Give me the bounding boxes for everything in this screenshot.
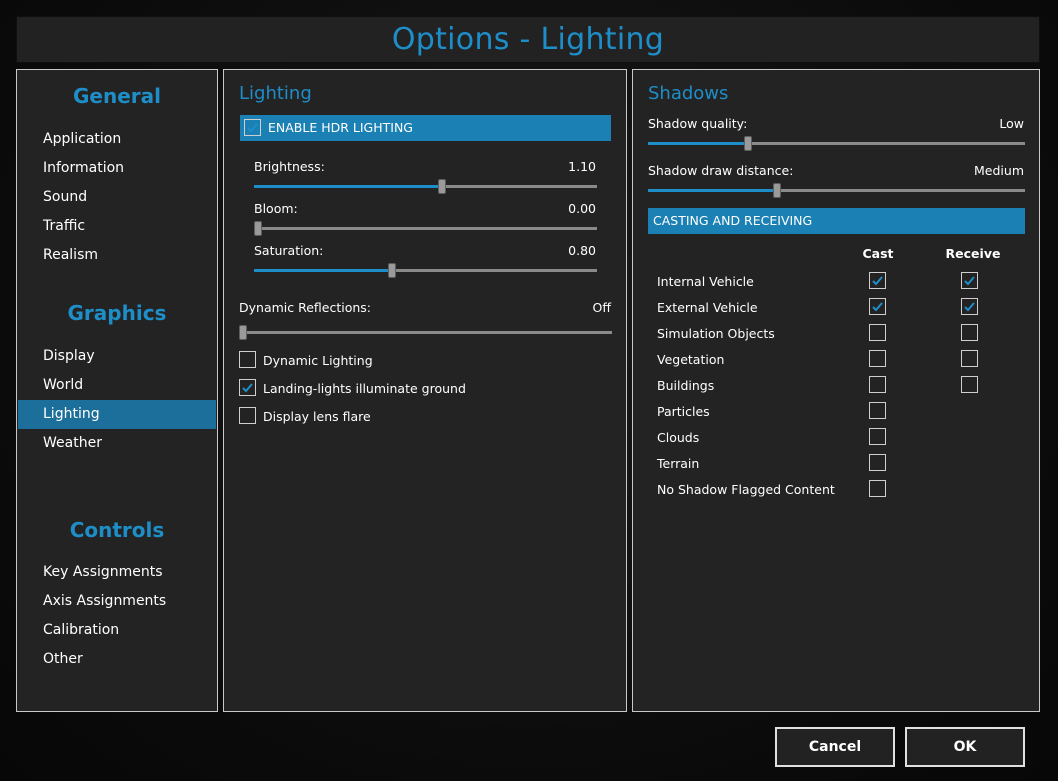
nav-item-lighting[interactable]: Lighting <box>18 400 216 429</box>
nav-item-application[interactable]: Application <box>18 125 216 154</box>
bloom-value: 0.00 <box>568 201 596 216</box>
shadow-distance-slider-thumb[interactable] <box>773 183 781 198</box>
saturation-value: 0.80 <box>568 243 596 258</box>
brightness-label: Brightness: <box>254 159 325 174</box>
nav-item-realism[interactable]: Realism <box>18 241 216 270</box>
shadow-distance-label: Shadow draw distance: <box>648 163 794 178</box>
brightness-slider-thumb[interactable] <box>438 179 446 194</box>
casting-receiving-header: CASTING AND RECEIVING <box>648 208 1025 234</box>
nav-heading-graphics: Graphics <box>67 301 167 325</box>
dynamic-reflections-slider[interactable] <box>239 325 612 340</box>
shadow-row-label-buildings: Buildings <box>657 378 715 393</box>
dynamic-lighting-checkbox[interactable] <box>239 351 256 368</box>
cast-checkbox-internal-vehicle[interactable] <box>869 272 886 289</box>
hdr-lighting-checkbox[interactable] <box>244 119 261 136</box>
lighting-panel: Lighting ENABLE HDR LIGHTING Brightness:… <box>223 69 627 712</box>
nav-item-axis-assignments[interactable]: Axis Assignments <box>18 587 216 616</box>
lens-flare-checkbox[interactable] <box>239 407 256 424</box>
landing-lights-checkbox[interactable] <box>239 379 256 396</box>
saturation-label: Saturation: <box>254 243 324 258</box>
nav-item-world[interactable]: World <box>18 371 216 400</box>
hdr-lighting-toggle[interactable]: ENABLE HDR LIGHTING <box>240 115 611 141</box>
lens-flare-label: Display lens flare <box>263 409 371 424</box>
lighting-title: Lighting <box>239 83 312 104</box>
checkmark-icon <box>872 302 883 312</box>
checkmark-icon <box>964 302 975 312</box>
cast-checkbox-external-vehicle[interactable] <box>869 298 886 315</box>
shadow-row-label-terrain: Terrain <box>657 456 700 471</box>
dynamic-reflections-label: Dynamic Reflections: <box>239 300 372 315</box>
shadow-quality-slider-thumb[interactable] <box>744 136 752 151</box>
shadow-quality-label: Shadow quality: <box>648 116 748 131</box>
brightness-value: 1.10 <box>568 159 596 174</box>
saturation-slider-thumb[interactable] <box>388 263 396 278</box>
nav-item-display[interactable]: Display <box>18 342 216 371</box>
checkmark-icon <box>247 123 258 133</box>
checkmark-icon <box>242 383 253 393</box>
bloom-slider-thumb[interactable] <box>254 221 262 236</box>
nav-item-traffic[interactable]: Traffic <box>18 212 216 241</box>
checkmark-icon <box>872 276 883 286</box>
dynamic-lighting-label: Dynamic Lighting <box>263 353 373 368</box>
cast-checkbox-buildings[interactable] <box>869 376 886 393</box>
cast-checkbox-terrain[interactable] <box>869 454 886 471</box>
dynamic-reflections-slider-thumb[interactable] <box>239 325 247 340</box>
shadow-distance-value: Medium <box>974 163 1024 178</box>
nav-item-weather[interactable]: Weather <box>18 429 216 458</box>
checkmark-icon <box>964 276 975 286</box>
receive-checkbox-external-vehicle[interactable] <box>961 298 978 315</box>
cast-checkbox-no-shadow-flagged-content[interactable] <box>869 480 886 497</box>
nav-item-sound[interactable]: Sound <box>18 183 216 212</box>
ok-button[interactable]: OK <box>905 727 1025 767</box>
bloom-label: Bloom: <box>254 201 298 216</box>
title-bar: Options - Lighting <box>16 16 1040 63</box>
settings-nav-panel: General Application Information Sound Tr… <box>16 69 218 712</box>
nav-item-other[interactable]: Other <box>18 645 216 674</box>
cancel-button[interactable]: Cancel <box>775 727 895 767</box>
shadows-panel: Shadows Shadow quality: Low Shadow draw … <box>632 69 1040 712</box>
shadow-row-label-no-shadow-flagged-content: No Shadow Flagged Content <box>657 482 835 497</box>
dynamic-reflections-value: Off <box>592 300 611 315</box>
receive-checkbox-buildings[interactable] <box>961 376 978 393</box>
nav-item-information[interactable]: Information <box>18 154 216 183</box>
landing-lights-label: Landing-lights illuminate ground <box>263 381 466 396</box>
cast-checkbox-simulation-objects[interactable] <box>869 324 886 341</box>
receive-column-header: Receive <box>945 246 1001 261</box>
shadow-distance-slider[interactable] <box>648 183 1025 198</box>
shadow-row-label-particles: Particles <box>657 404 710 419</box>
nav-item-calibration[interactable]: Calibration <box>18 616 216 645</box>
bloom-slider[interactable] <box>254 221 597 236</box>
shadows-title: Shadows <box>648 83 729 104</box>
cast-checkbox-particles[interactable] <box>869 402 886 419</box>
nav-item-key-assignments[interactable]: Key Assignments <box>18 558 216 587</box>
shadow-row-label-internal-vehicle: Internal Vehicle <box>657 274 754 289</box>
receive-checkbox-internal-vehicle[interactable] <box>961 272 978 289</box>
shadow-quality-slider[interactable] <box>648 136 1025 151</box>
shadow-quality-value: Low <box>999 116 1024 131</box>
receive-checkbox-simulation-objects[interactable] <box>961 324 978 341</box>
shadow-row-label-vegetation: Vegetation <box>657 352 725 367</box>
receive-checkbox-vegetation[interactable] <box>961 350 978 367</box>
brightness-slider[interactable] <box>254 179 597 194</box>
shadow-row-label-simulation-objects: Simulation Objects <box>657 326 775 341</box>
hdr-lighting-label: ENABLE HDR LIGHTING <box>268 120 413 135</box>
cast-column-header: Cast <box>862 246 894 261</box>
window-title: Options - Lighting <box>391 22 665 57</box>
shadow-row-label-external-vehicle: External Vehicle <box>657 300 758 315</box>
cast-checkbox-clouds[interactable] <box>869 428 886 445</box>
shadow-row-label-clouds: Clouds <box>657 430 700 445</box>
nav-heading-controls: Controls <box>69 518 165 542</box>
cast-checkbox-vegetation[interactable] <box>869 350 886 367</box>
nav-heading-general: General <box>73 84 161 108</box>
saturation-slider[interactable] <box>254 263 597 278</box>
